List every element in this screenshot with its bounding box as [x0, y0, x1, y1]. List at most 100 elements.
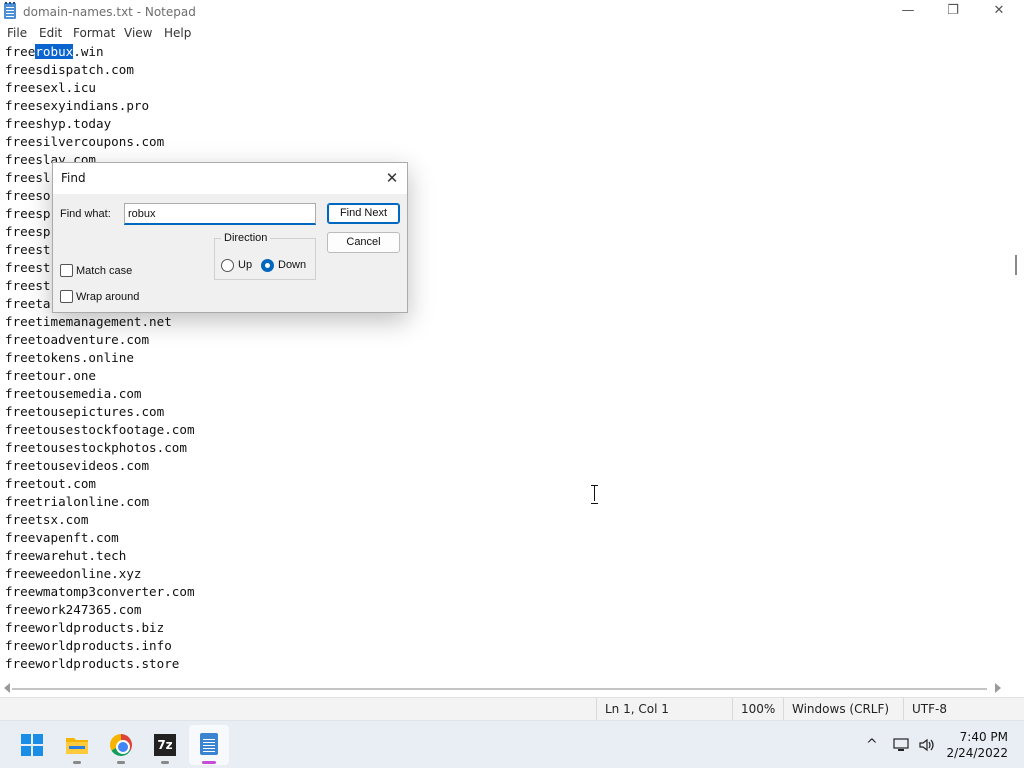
taskbar: 7z ^ 7:40 PM 2/24/2022	[0, 720, 1024, 768]
text-editor[interactable]: freerobux.win freesdispatch.com freesexl.…	[0, 43, 1008, 680]
vertical-scrollbar[interactable]	[1008, 43, 1024, 680]
wrap-around-label[interactable]: Wrap around	[76, 291, 139, 303]
scroll-left-arrow-icon[interactable]	[4, 683, 10, 693]
horizontal-scrollbar[interactable]	[0, 680, 1008, 697]
editor-line: freest	[5, 278, 51, 293]
menu-help[interactable]: Help	[164, 26, 191, 40]
7zip-icon: 7z	[154, 734, 176, 756]
menu-edit[interactable]: Edit	[39, 26, 62, 40]
editor-line: freesdispatch.com	[5, 62, 134, 77]
active-indicator	[202, 761, 216, 764]
maximize-button[interactable]: ❐	[930, 0, 976, 24]
editor-line: freetrialonline.com	[5, 494, 150, 509]
network-icon[interactable]	[893, 737, 909, 753]
editor-line: freesexl.icu	[5, 80, 96, 95]
menu-file[interactable]: File	[7, 26, 27, 40]
editor-line: freesl	[5, 170, 51, 185]
menu-bar: File Edit Format View Help	[0, 24, 1024, 43]
find-dialog-title: Find	[61, 171, 86, 185]
editor-line: freesexyindians.pro	[5, 98, 150, 113]
editor-line: freetimemanagement.net	[5, 314, 172, 329]
editor-line: freeshyp.today	[5, 116, 112, 131]
status-zoom: 100%	[732, 698, 783, 721]
system-clock[interactable]: 7:40 PM 2/24/2022	[942, 729, 1008, 761]
status-encoding: UTF-8	[903, 698, 1024, 721]
direction-down-radio[interactable]	[261, 259, 274, 272]
find-what-label: Find what:	[60, 208, 111, 220]
status-position: Ln 1, Col 1	[596, 698, 732, 721]
selected-text: robux	[35, 44, 74, 59]
editor-line: freetousemedia.com	[5, 386, 142, 401]
find-next-button[interactable]: Find Next	[327, 203, 400, 224]
editor-line: freevapenft.com	[5, 530, 119, 545]
find-dialog: Find ✕ Find what: Find Next Cancel Direc…	[52, 162, 408, 313]
menu-format[interactable]: Format	[73, 26, 115, 40]
editor-line: freest	[5, 260, 51, 275]
notepad-icon	[4, 2, 16, 19]
editor-line: freeso	[5, 188, 51, 203]
direction-group: Direction Up Down	[214, 232, 316, 280]
minimize-button[interactable]: —	[885, 0, 931, 24]
editor-line: freeta	[5, 296, 51, 311]
editor-line: freesilvercoupons.com	[5, 134, 165, 149]
close-button[interactable]: ✕	[976, 0, 1022, 24]
windows-start-icon	[21, 734, 43, 756]
editor-line: freeworldproducts.info	[5, 638, 172, 653]
running-indicator	[117, 761, 125, 764]
start-button[interactable]	[12, 725, 52, 765]
editor-line: freewmatomp3converter.com	[5, 584, 195, 599]
line-suffix: .win	[73, 44, 104, 59]
editor-line: freetousestockphotos.com	[5, 440, 187, 455]
editor-line-1: freerobux.win	[5, 43, 104, 61]
editor-line: freesp	[5, 206, 51, 221]
editor-line: freetout.com	[5, 476, 96, 491]
editor-line: freeweedonline.xyz	[5, 566, 142, 581]
editor-line: freest	[5, 242, 51, 257]
match-case-label[interactable]: Match case	[76, 265, 132, 277]
editor-line: freeworldproducts.store	[5, 656, 180, 671]
file-explorer-icon	[66, 738, 88, 754]
match-case-checkbox[interactable]	[60, 264, 73, 277]
editor-line: freetousepictures.com	[5, 404, 165, 419]
wrap-around-checkbox[interactable]	[60, 290, 73, 303]
find-dialog-close-icon[interactable]: ✕	[383, 169, 401, 187]
title-bar: domain-names.txt - Notepad — ❐ ✕	[0, 0, 1024, 24]
clock-time: 7:40 PM	[959, 730, 1008, 744]
vertical-scroll-thumb[interactable]	[1015, 255, 1017, 275]
editor-line: freework247365.com	[5, 602, 142, 617]
editor-line: freetousestockfootage.com	[5, 422, 195, 437]
status-bar: Ln 1, Col 1 100% Windows (CRLF) UTF-8	[0, 697, 1024, 721]
menu-view[interactable]: View	[124, 26, 152, 40]
editor-line: freewarehut.tech	[5, 548, 127, 563]
line-prefix: free	[5, 44, 36, 59]
taskbar-file-explorer[interactable]	[57, 725, 97, 765]
editor-line: freeworldproducts.biz	[5, 620, 165, 635]
taskbar-7zip[interactable]: 7z	[145, 725, 185, 765]
chrome-icon	[110, 734, 132, 756]
editor-line: freetokens.online	[5, 350, 134, 365]
direction-down-label[interactable]: Down	[278, 259, 306, 271]
direction-up-radio[interactable]	[221, 259, 234, 272]
editor-line: freetour.one	[5, 368, 96, 383]
editor-line: freetsx.com	[5, 512, 89, 527]
clock-date: 2/24/2022	[946, 746, 1008, 760]
cancel-button[interactable]: Cancel	[327, 232, 400, 253]
running-indicator	[73, 761, 81, 764]
volume-icon[interactable]	[918, 737, 936, 753]
taskbar-chrome[interactable]	[101, 725, 141, 765]
taskbar-notepad[interactable]	[189, 725, 229, 765]
editor-line: freetoadventure.com	[5, 332, 150, 347]
window-title: domain-names.txt - Notepad	[23, 5, 196, 19]
status-line-ending: Windows (CRLF)	[783, 698, 903, 721]
find-what-input[interactable]	[124, 203, 316, 225]
scroll-right-arrow-icon[interactable]	[995, 683, 1001, 693]
ibeam-cursor-icon	[591, 485, 598, 504]
horizontal-scroll-thumb[interactable]	[12, 688, 987, 690]
notepad-icon	[200, 733, 218, 755]
running-indicator	[161, 761, 169, 764]
editor-line: freetousevideos.com	[5, 458, 150, 473]
find-dialog-titlebar: Find ✕	[53, 163, 407, 194]
direction-label: Direction	[221, 232, 271, 244]
direction-up-label[interactable]: Up	[238, 259, 252, 271]
tray-chevron-icon[interactable]: ^	[866, 721, 878, 769]
